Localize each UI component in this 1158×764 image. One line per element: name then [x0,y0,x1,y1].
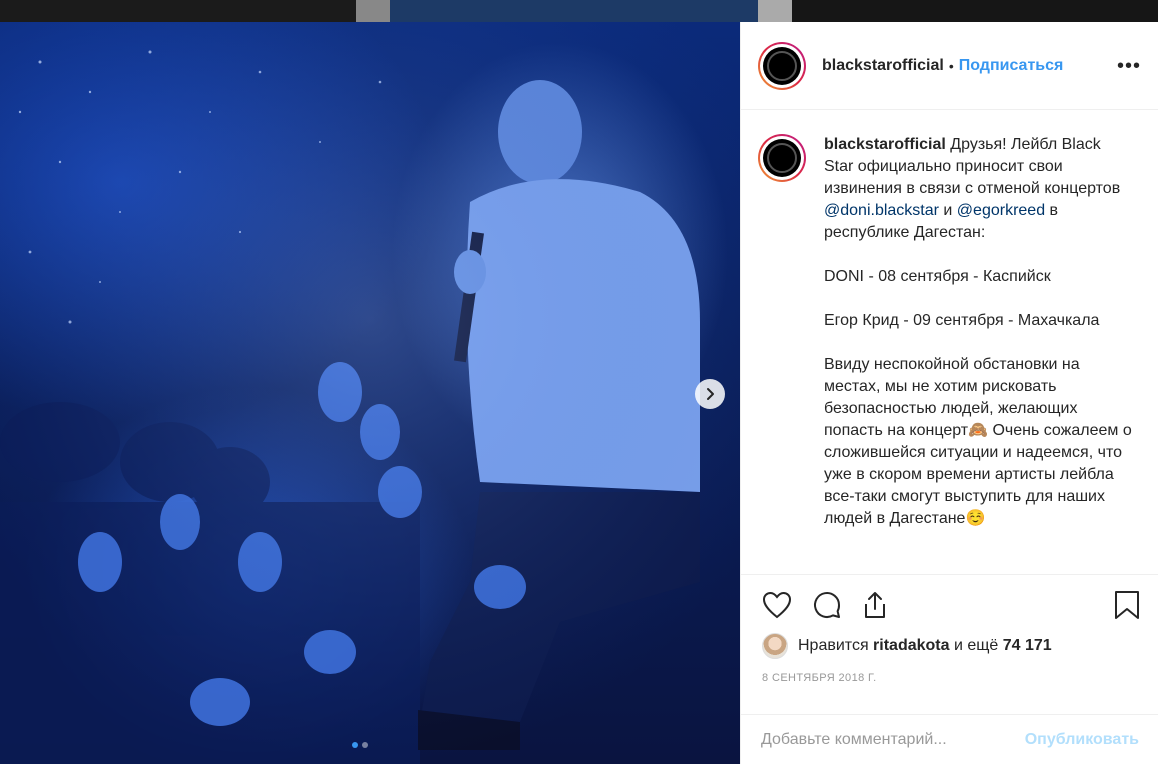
concert-photo-illustration [0,22,740,764]
caption-username-link[interactable]: blackstarofficial [824,136,946,153]
feed-thumbnail [758,0,792,22]
liker-avatar[interactable] [762,633,788,659]
background-feed-strip [0,0,1158,22]
likes-middle: и ещё [949,637,1003,654]
carousel-indicator [352,742,368,748]
post-date[interactable]: 8 СЕНТЯБРЯ 2018 Г. [762,672,877,684]
bookmark-icon [1115,591,1139,619]
comment-input[interactable] [761,730,1001,749]
caption-text-part: и [938,202,957,219]
comment-bubble-icon [814,592,841,618]
post-actions-bar [741,574,1158,634]
share-button[interactable] [859,589,891,621]
chevron-right-icon [707,388,714,400]
mention-link-egorkreed[interactable]: @egorkreed [957,202,1045,219]
post-header: blackstarofficial • Подписаться ••• [741,22,1158,110]
likes-count-link[interactable]: 74 171 [1003,637,1052,655]
caption-text: blackstarofficial Друзья! Лейбл Black St… [824,134,1134,574]
carousel-dot [362,742,368,748]
feed-thumbnail [0,0,356,22]
post-caption: blackstarofficial Друзья! Лейбл Black St… [758,134,1148,574]
carousel-dot-active [352,742,358,748]
comment-form: Опубликовать [741,714,1158,764]
feed-thumbnail [390,0,758,22]
comment-button[interactable] [811,589,843,621]
liker-username-link[interactable]: ritadakota [873,637,949,655]
feed-thumbnail [792,0,1158,22]
heart-icon [762,591,792,619]
carousel-next-button[interactable] [695,379,725,409]
follow-button[interactable]: Подписаться [959,57,1064,75]
mention-link-doni[interactable]: @doni.blackstar [824,202,939,219]
caption-avatar[interactable] [758,134,806,182]
profile-avatar[interactable] [758,41,806,90]
like-button[interactable] [761,589,793,621]
likes-prefix: Нравится [798,637,874,654]
instagram-post-modal: blackstarofficial • Подписаться ••• blac… [0,0,1158,764]
save-button[interactable] [1111,589,1143,621]
feed-thumbnail [356,0,390,22]
post-side-panel: blackstarofficial • Подписаться ••• blac… [740,22,1158,764]
post-photo[interactable] [0,22,740,764]
publish-button[interactable]: Опубликовать [1025,731,1139,749]
share-icon [865,592,885,618]
header-username-link[interactable]: blackstarofficial [822,57,944,75]
header-separator: • [948,57,954,74]
likes-summary: Нравится ritadakota и ещё 74 171 [762,632,1052,660]
more-options-icon[interactable]: ••• [1117,56,1141,76]
caption-text-part: в республике Дагестан: DONI - 08 сентябр… [824,202,1132,527]
